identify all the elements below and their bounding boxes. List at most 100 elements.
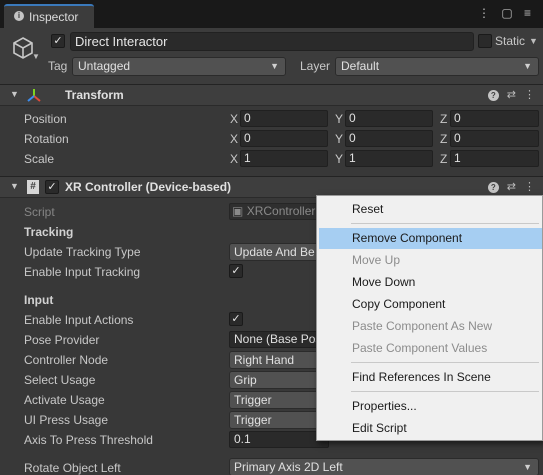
menu-item-remove-component[interactable]: Remove Component [319, 228, 542, 249]
tag-label: Tag [48, 59, 68, 73]
rotation-z-field[interactable]: 0 [450, 130, 539, 147]
script-field[interactable]: ▣ XRController [229, 203, 329, 220]
object-name-field[interactable]: Direct Interactor [70, 32, 474, 51]
axis-z-label[interactable]: Z [440, 132, 447, 146]
static-label: Static [495, 34, 526, 48]
pose-provider-field[interactable]: None (Base Pos [229, 331, 329, 348]
kebab-menu-icon[interactable]: ⋮ [524, 180, 535, 193]
menu-item-reset[interactable]: Reset [319, 199, 542, 220]
ui-press-usage-label: UI Press Usage [24, 413, 109, 427]
window-menu-icons[interactable]: ⋮ ▢ ≡ [478, 6, 535, 20]
layer-value: Default [341, 59, 380, 73]
menu-item-edit-script[interactable]: Edit Script [319, 418, 542, 439]
rotation-y-field[interactable]: 0 [345, 130, 433, 147]
activate-usage-dropdown[interactable]: Trigger [229, 391, 329, 409]
layer-dropdown[interactable]: Default ▼ [335, 57, 539, 76]
ui-press-usage-value: Trigger [234, 413, 272, 427]
enable-input-tracking-checkbox[interactable]: ✓ [229, 264, 243, 278]
position-z-field[interactable]: 0 [450, 110, 539, 127]
preset-icon[interactable]: ⇄ [507, 88, 516, 101]
rotate-object-left-dropdown[interactable]: Primary Axis 2D Left ▼ [229, 458, 539, 475]
object-header: ▼ ✓ Direct Interactor Static ▼ Tag Untag… [0, 28, 543, 86]
scale-y-field[interactable]: 1 [345, 150, 433, 167]
menu-item-copy-component[interactable]: Copy Component [319, 294, 542, 315]
axis-z-label[interactable]: Z [440, 152, 447, 166]
update-tracking-type-value: Update And Be [234, 245, 315, 259]
rotate-object-left-label: Rotate Object Left [24, 461, 121, 475]
preset-icon[interactable]: ⇄ [507, 180, 516, 193]
transform-header[interactable]: ▼ Transform ? ⇄ ⋮ [0, 84, 543, 106]
tab-inspector[interactable]: i Inspector [4, 4, 94, 28]
update-tracking-type-dropdown[interactable]: Update And Be [229, 243, 329, 261]
select-usage-value: Grip [234, 373, 257, 387]
menu-item-paste-component-values: Paste Component Values [352, 341, 488, 355]
rotate-object-left-value: Primary Axis 2D Left [234, 460, 343, 474]
rotation-x-field[interactable]: 0 [240, 130, 328, 147]
transform-axes-icon [27, 89, 41, 102]
tag-value: Untagged [78, 59, 131, 73]
active-checkbox[interactable]: ✓ [51, 34, 65, 48]
scale-label: Scale [24, 152, 55, 166]
script-icon: # [27, 180, 39, 194]
menu-item-properties[interactable]: Properties... [319, 396, 542, 417]
axis-y-label[interactable]: Y [335, 112, 343, 126]
input-section: Input [24, 293, 54, 307]
axis-x-label[interactable]: X [230, 112, 238, 126]
fold-icon[interactable]: ▼ [10, 181, 19, 191]
component-actions: ? ⇄ ⋮ [480, 180, 535, 193]
script-value: XRController [246, 204, 316, 218]
controller-node-label: Controller Node [24, 353, 109, 367]
menu-separator [351, 391, 539, 392]
component-context-menu: Reset Remove Component Move Up Move Down… [316, 195, 543, 441]
component-actions: ? ⇄ ⋮ [480, 88, 535, 101]
fold-icon[interactable]: ▼ [10, 89, 19, 99]
axis-x-label[interactable]: X [230, 152, 238, 166]
chevron-down-icon: ▼ [523, 462, 532, 472]
update-tracking-type-label: Update Tracking Type [24, 245, 141, 259]
xr-controller-title: XR Controller (Device-based) [65, 180, 232, 194]
layer-label: Layer [300, 59, 331, 73]
script-asset-icon: ▣ [232, 204, 244, 218]
position-x-field[interactable]: 0 [240, 110, 328, 127]
select-usage-label: Select Usage [24, 373, 96, 387]
select-usage-dropdown[interactable]: Grip [229, 371, 329, 389]
component-enabled-checkbox[interactable]: ✓ [45, 180, 59, 194]
static-dropdown-icon[interactable]: ▼ [529, 36, 538, 46]
rotation-label: Rotation [24, 132, 69, 146]
scale-z-field[interactable]: 1 [450, 150, 539, 167]
position-y-field[interactable]: 0 [345, 110, 433, 127]
chevron-down-icon[interactable]: ▼ [32, 52, 40, 61]
activate-usage-value: Trigger [234, 393, 272, 407]
axis-to-press-threshold-label: Axis To Press Threshold [24, 433, 153, 447]
help-icon[interactable]: ? [487, 90, 499, 101]
menu-item-move-up: Move Up [352, 253, 401, 267]
axis-y-label[interactable]: Y [335, 152, 343, 166]
controller-node-dropdown[interactable]: Right Hand [229, 351, 329, 369]
tag-dropdown[interactable]: Untagged ▼ [72, 57, 286, 76]
position-label: Position [24, 112, 67, 126]
chevron-down-icon: ▼ [523, 61, 532, 71]
enable-input-actions-checkbox[interactable]: ✓ [229, 312, 243, 326]
axis-y-label[interactable]: Y [335, 132, 343, 146]
menu-item-paste-component-as-new: Paste Component As New [352, 319, 493, 333]
menu-separator [351, 223, 539, 224]
kebab-menu-icon[interactable]: ⋮ [524, 88, 535, 101]
help-icon[interactable]: ? [487, 182, 499, 193]
controller-node-value: Right Hand [234, 353, 295, 367]
ui-press-usage-dropdown[interactable]: Trigger [229, 411, 329, 429]
static-checkbox[interactable] [478, 34, 492, 48]
info-icon: i [14, 11, 24, 21]
enable-input-actions-label: Enable Input Actions [24, 313, 134, 327]
chevron-down-icon: ▼ [270, 61, 279, 71]
tab-label: Inspector [29, 10, 79, 24]
axis-x-label[interactable]: X [230, 132, 238, 146]
scale-x-field[interactable]: 1 [240, 150, 328, 167]
menu-separator [351, 362, 539, 363]
menu-item-find-references-in-scene[interactable]: Find References In Scene [319, 367, 542, 388]
enable-input-tracking-label: Enable Input Tracking [24, 265, 141, 279]
axis-to-press-threshold-field[interactable]: 0.1 [229, 431, 329, 448]
activate-usage-label: Activate Usage [24, 393, 105, 407]
tracking-section: Tracking [24, 225, 74, 239]
axis-z-label[interactable]: Z [440, 112, 447, 126]
menu-item-move-down[interactable]: Move Down [319, 272, 542, 293]
